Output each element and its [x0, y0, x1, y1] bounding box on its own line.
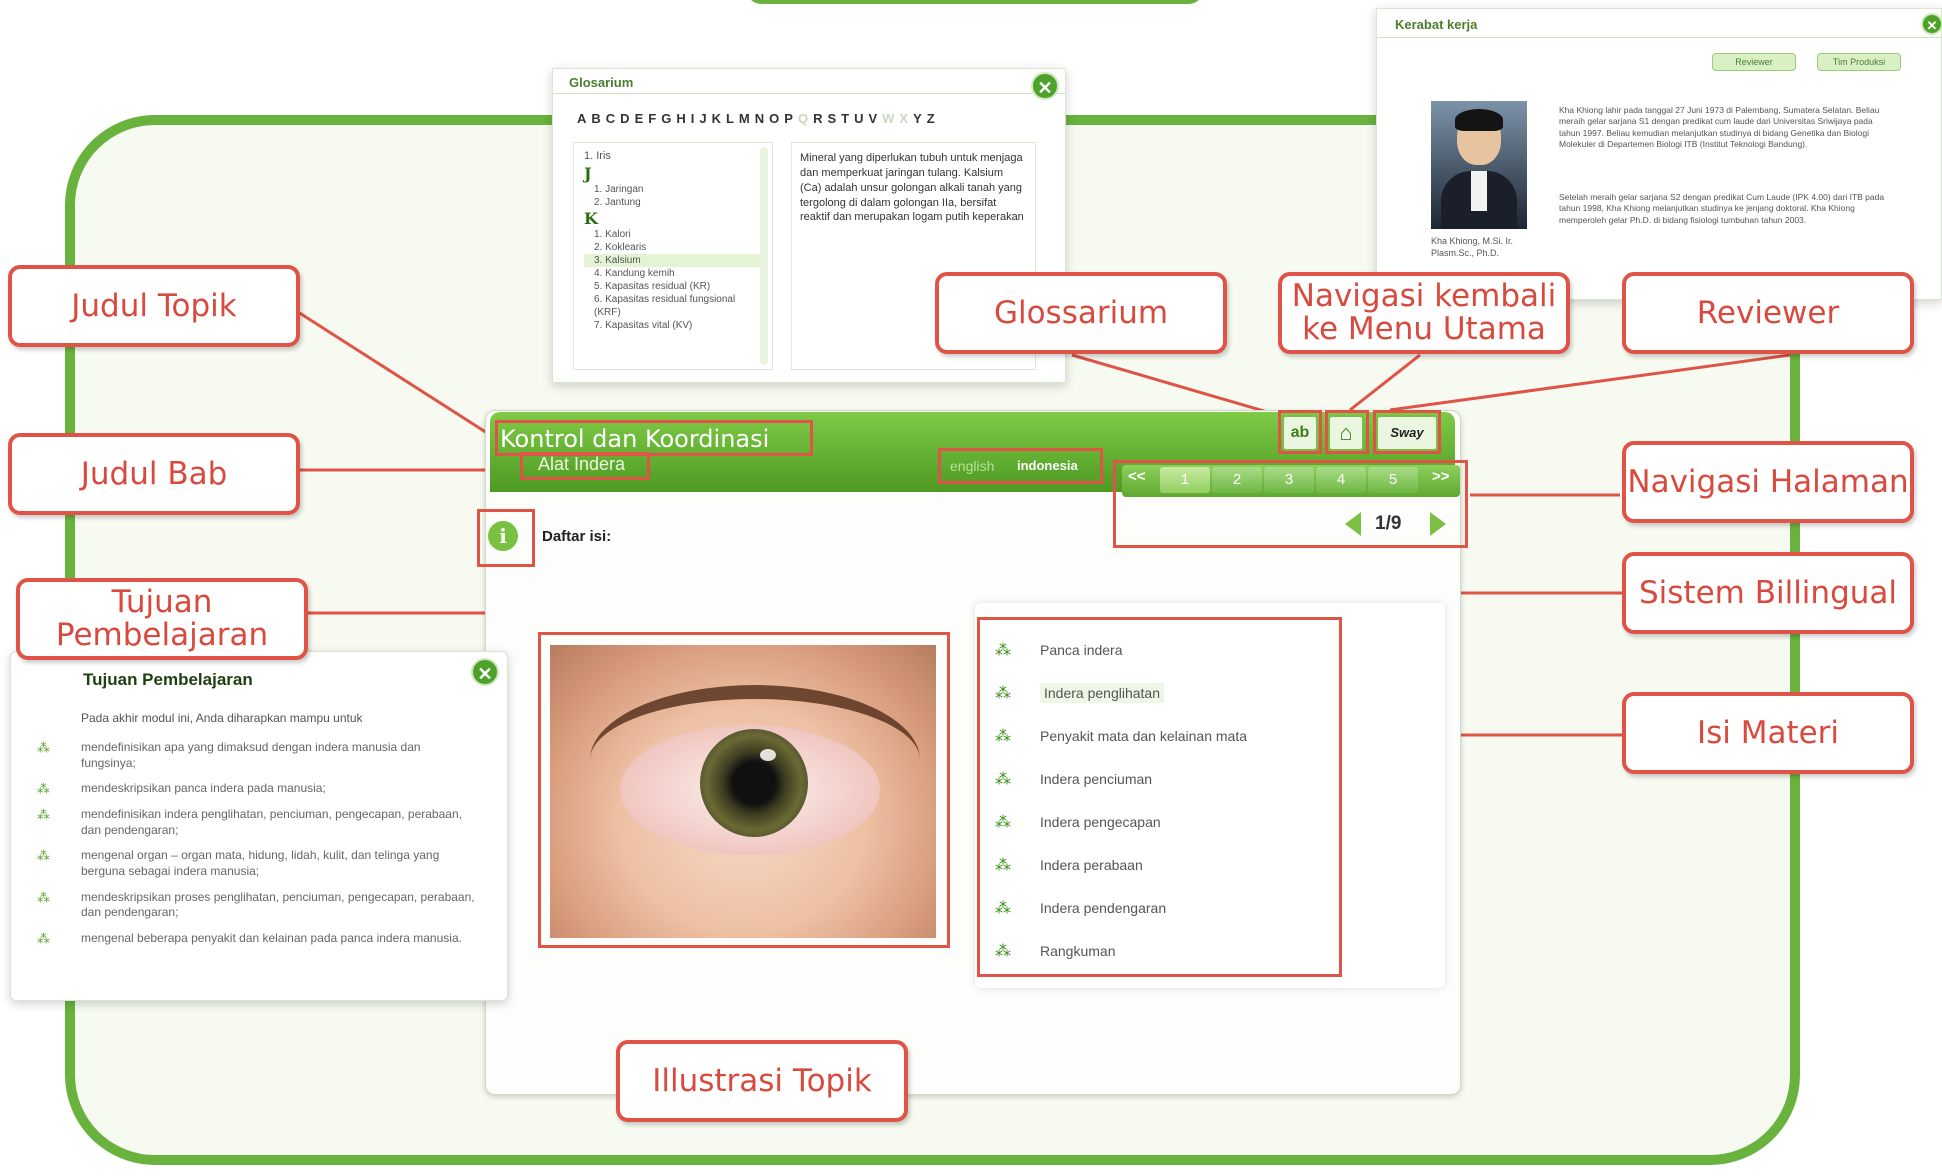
tujuan-panel: Tujuan Pembelajaran ✕ Pada akhir modul i… [10, 651, 508, 1001]
tujuan-item-text: mendeskripsikan proses penglihatan, penc… [81, 889, 475, 920]
glosarium-close-button[interactable]: ✕ [1031, 72, 1059, 100]
callout-ilustrasi: Illustrasi Topik [616, 1040, 908, 1122]
highlight-topic-title [495, 420, 813, 456]
highlight-illustration [538, 632, 950, 948]
top-frame-cap [745, 0, 1205, 4]
letter-link[interactable]: M [739, 111, 750, 126]
highlight-page-nav [1113, 460, 1468, 548]
callout-reviewer: Reviewer [1622, 272, 1914, 354]
term-item[interactable]: 1. Jaringan [584, 183, 762, 196]
reviewer-photo [1431, 101, 1527, 229]
tim-produksi-tab-button[interactable]: Tim Produksi [1817, 53, 1901, 71]
letter-link[interactable]: S [827, 111, 836, 126]
glosarium-term-list: 1. Iris J 1. Jaringan 2. Jantung K 1. Kal… [573, 142, 773, 370]
term-item[interactable]: 6. Kapasitas residual fungsional (KRF) [584, 293, 762, 319]
kerabat-kerja-panel: Kerabat kerja ✕ Reviewer Tim Produksi Kh… [1376, 8, 1942, 300]
letter-link[interactable]: U [854, 111, 863, 126]
toc-label: Daftar isi: [542, 528, 612, 545]
highlight-home-icon [1325, 410, 1369, 454]
tujuan-close-button[interactable]: ✕ [471, 658, 499, 686]
tujuan-item: ⁂ mendeskripsikan panca indera pada manus… [37, 781, 477, 797]
kerabat-title: Kerabat kerja [1395, 17, 1478, 32]
callout-navigasi-menu: Navigasi kembali ke Menu Utama [1278, 272, 1570, 354]
letter-link[interactable]: N [755, 111, 764, 126]
group-letter: K [584, 208, 598, 228]
letter-link[interactable]: W [882, 111, 894, 126]
letter-link[interactable]: Y [913, 111, 922, 126]
letter-link[interactable]: O [769, 111, 779, 126]
term-item[interactable]: 3. Kalsium [584, 253, 762, 267]
term-item[interactable]: 2. Koklearis [584, 241, 762, 254]
reviewer-bio-1: Kha Khiong lahir pada tanggal 27 Juni 19… [1559, 105, 1880, 150]
callout-tujuan: Tujuan Pembelajaran [16, 578, 308, 660]
tujuan-item: ⁂ mendefinisikan apa yang dimaksud dengan… [37, 740, 477, 771]
term-item[interactable]: 2. Jantung [584, 196, 762, 209]
tujuan-intro: Pada akhir modul ini, Anda diharapkan ma… [81, 711, 363, 725]
trefoil-bullet-icon: ⁂ [37, 781, 50, 797]
reviewer-bio-2: Setelah meraih gelar sarjana S2 dengan p… [1559, 192, 1885, 225]
tujuan-item-text: mendefinisikan apa yang dimaksud dengan … [81, 740, 421, 770]
tujuan-item-text: mengenal beberapa penyakit dan kelainan … [81, 930, 462, 945]
callout-judul-topik: Judul Topik [8, 265, 300, 347]
reviewer-caption: Kha Khiong, M.Si. Ir. Plasm.Sc., Ph.D. [1431, 236, 1514, 259]
letter-link[interactable]: E [635, 111, 644, 126]
letter-link[interactable]: H [676, 111, 685, 126]
highlight-reviewer [1373, 410, 1441, 454]
glosarium-title: Glosarium [569, 75, 634, 90]
callout-glossarium: Glossarium [935, 272, 1227, 354]
letter-link[interactable]: G [661, 111, 671, 126]
letter-link[interactable]: P [784, 111, 793, 126]
list-scrollbar[interactable] [760, 147, 768, 365]
tujuan-item: ⁂ mendefinisikan indera penglihatan, penc… [37, 807, 477, 838]
highlight-info [477, 509, 535, 567]
highlight-bilingual [938, 448, 1103, 484]
letter-link[interactable]: C [606, 111, 615, 126]
highlight-toc [977, 617, 1342, 977]
tujuan-item: ⁂ mendeskripsikan proses penglihatan, pen… [37, 890, 477, 921]
tujuan-title: Tujuan Pembelajaran [83, 670, 253, 689]
letter-link[interactable]: F [648, 111, 656, 126]
tujuan-list: ⁂ mendefinisikan apa yang dimaksud dengan… [37, 740, 477, 957]
callout-navigasi-halaman: Navigasi Halaman [1622, 441, 1914, 523]
callout-isi-materi: Isi Materi [1622, 692, 1914, 774]
term-item[interactable]: 7. Kapasitas vital (KV) [584, 319, 762, 332]
highlight-chapter-title [520, 452, 650, 480]
letter-link[interactable]: L [726, 111, 734, 126]
group-letter: J [584, 163, 592, 183]
glosarium-definition: Mineral yang diperlukan tubuh untuk menj… [800, 152, 1024, 224]
tujuan-item-text: mengenal organ – organ mata, hidung, lid… [81, 848, 440, 878]
trefoil-bullet-icon: ⁂ [37, 848, 50, 864]
alphabet-index: ABCDEFGHIJKLMNOPQRSTUVWXYZ [577, 111, 935, 126]
tujuan-item: ⁂ mengenal beberapa penyakit dan kelainan… [37, 931, 477, 947]
trefoil-bullet-icon: ⁂ [37, 930, 50, 946]
term-item[interactable]: 5. Kapasitas residual (KR) [584, 280, 762, 293]
trefoil-bullet-icon: ⁂ [37, 807, 50, 823]
letter-link[interactable]: J [699, 111, 706, 126]
letter-link[interactable]: V [868, 111, 877, 126]
letter-link[interactable]: R [813, 111, 822, 126]
letter-link[interactable]: I [691, 111, 695, 126]
trefoil-bullet-icon: ⁂ [37, 740, 50, 755]
letter-link[interactable]: K [712, 111, 721, 126]
term-item[interactable]: 1. Iris [584, 149, 762, 164]
reviewer-tab-button[interactable]: Reviewer [1712, 53, 1796, 71]
kerabat-close-button[interactable]: ✕ [1921, 13, 1942, 35]
letter-link[interactable]: T [841, 111, 849, 126]
callout-judul-bab: Judul Bab [8, 433, 300, 515]
tujuan-item: ⁂ mengenal organ – organ mata, hidung, li… [37, 848, 477, 879]
term-item[interactable]: 1. Kalori [584, 228, 762, 241]
trefoil-bullet-icon: ⁂ [37, 889, 50, 905]
highlight-glossary-icon [1278, 410, 1322, 454]
term-item[interactable]: 4. Kandung kemih [584, 267, 762, 280]
letter-link[interactable]: X [899, 111, 908, 126]
letter-link[interactable]: Z [927, 111, 935, 126]
tujuan-item-text: mendefinisikan indera penglihatan, penci… [81, 807, 462, 837]
letter-link[interactable]: D [620, 111, 629, 126]
callout-sistem-bilingual: Sistem Billingual [1622, 552, 1914, 634]
tujuan-item-text: mendeskripsikan panca indera pada manusi… [81, 781, 326, 796]
letter-link[interactable]: Q [798, 111, 808, 126]
letter-link[interactable]: B [591, 111, 600, 126]
letter-link[interactable]: A [577, 111, 586, 126]
